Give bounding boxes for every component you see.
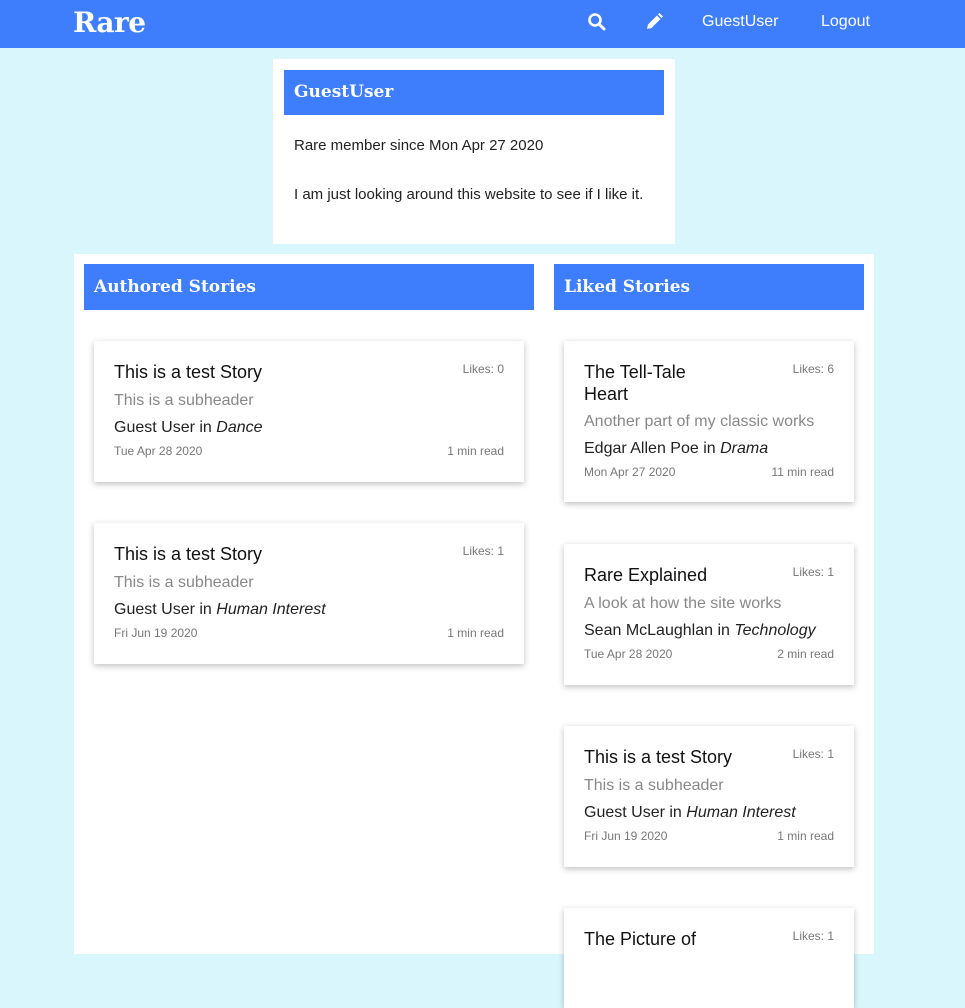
story-read-time: 1 min read xyxy=(777,829,834,843)
story-subheader: This is a subheader xyxy=(584,777,724,794)
story-title[interactable]: The Tell-Tale Heart xyxy=(584,361,724,405)
liked-story-card[interactable]: This is a test Story Likes: 1 This is a … xyxy=(564,726,854,867)
story-category[interactable]: Drama xyxy=(720,440,768,457)
story-byline: Edgar Allen Poe in Drama xyxy=(584,440,768,458)
story-author[interactable]: Edgar Allen Poe xyxy=(584,440,699,457)
search-icon[interactable] xyxy=(587,12,607,32)
stories-panel: Authored Stories Liked Stories This is a… xyxy=(74,254,874,1008)
profile-username: GuestUser xyxy=(284,70,664,115)
story-category[interactable]: Human Interest xyxy=(216,601,325,618)
story-in: in xyxy=(703,440,716,457)
story-subheader: This is a subheader xyxy=(114,392,254,409)
story-byline: Guest User in Dance xyxy=(114,419,263,437)
story-likes: Likes: 1 xyxy=(792,747,834,761)
nav-user-link[interactable]: GuestUser xyxy=(702,13,778,31)
story-date: Tue Apr 28 2020 xyxy=(114,444,203,458)
story-date: Fri Jun 19 2020 xyxy=(114,626,198,640)
liked-story-card[interactable]: The Picture of Likes: 1 xyxy=(564,908,854,1008)
story-date: Tue Apr 28 2020 xyxy=(584,647,673,661)
story-category[interactable]: Dance xyxy=(216,419,262,436)
story-likes: Likes: 1 xyxy=(792,565,834,579)
story-author[interactable]: Sean McLaughlan xyxy=(584,622,713,639)
story-author[interactable]: Guest User xyxy=(584,804,665,821)
story-subheader: Another part of my classic works xyxy=(584,413,815,430)
story-likes: Likes: 1 xyxy=(462,544,504,558)
navbar: Rare GuestUser Logout xyxy=(0,0,965,48)
story-author[interactable]: Guest User xyxy=(114,419,195,436)
brand-logo[interactable]: Rare xyxy=(73,6,146,39)
story-author[interactable]: Guest User xyxy=(114,601,195,618)
story-subheader: A look at how the site works xyxy=(584,595,782,612)
story-byline: Sean McLaughlan in Technology xyxy=(584,622,816,640)
story-likes: Likes: 0 xyxy=(462,362,504,376)
authored-stories-heading: Authored Stories xyxy=(84,264,534,310)
story-title[interactable]: This is a test Story xyxy=(114,543,262,565)
story-title[interactable]: Rare Explained xyxy=(584,564,707,586)
authored-story-card[interactable]: This is a test Story Likes: 1 This is a … xyxy=(94,523,524,664)
story-read-time: 11 min read xyxy=(771,465,834,479)
story-in: in xyxy=(717,622,730,639)
liked-stories-heading: Liked Stories xyxy=(554,264,864,310)
profile-card: GuestUser Rare member since Mon Apr 27 2… xyxy=(273,59,675,244)
story-byline: Guest User in Human Interest xyxy=(584,804,796,822)
liked-story-card[interactable]: Rare Explained Likes: 1 A look at how th… xyxy=(564,544,854,685)
pencil-icon[interactable] xyxy=(644,12,664,32)
story-read-time: 1 min read xyxy=(447,444,504,458)
story-byline: Guest User in Human Interest xyxy=(114,601,326,619)
profile-bio: I am just looking around this website to… xyxy=(294,186,644,203)
story-in: in xyxy=(199,419,212,436)
story-title[interactable]: The Picture of xyxy=(584,928,696,950)
story-subheader: This is a subheader xyxy=(114,574,254,591)
authored-story-card[interactable]: This is a test Story Likes: 0 This is a … xyxy=(94,341,524,482)
member-since: Rare member since Mon Apr 27 2020 xyxy=(294,137,544,154)
story-date: Mon Apr 27 2020 xyxy=(584,465,676,479)
liked-story-card[interactable]: The Tell-Tale Heart Likes: 6 Another par… xyxy=(564,341,854,502)
story-likes: Likes: 6 xyxy=(792,362,834,376)
story-title[interactable]: This is a test Story xyxy=(114,361,262,383)
story-category[interactable]: Human Interest xyxy=(686,804,795,821)
story-category[interactable]: Technology xyxy=(734,622,815,639)
story-date: Fri Jun 19 2020 xyxy=(584,829,668,843)
story-read-time: 2 min read xyxy=(777,647,834,661)
story-read-time: 1 min read xyxy=(447,626,504,640)
story-title[interactable]: This is a test Story xyxy=(584,746,732,768)
logout-link[interactable]: Logout xyxy=(821,13,870,31)
story-in: in xyxy=(669,804,682,821)
story-in: in xyxy=(199,601,212,618)
